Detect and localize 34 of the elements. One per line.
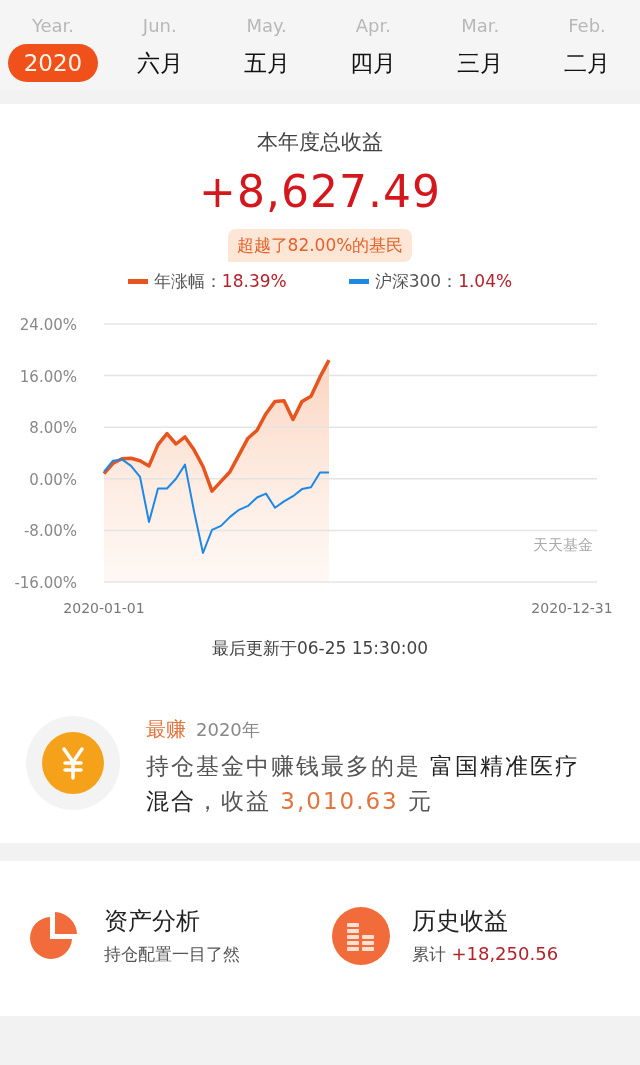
- earner-sentence: 持仓基金中赚钱最多的是 富国精准医疗混合，收益 3,010.63 元: [146, 752, 582, 816]
- cumulative-earnings: 累计 +18,250.56: [412, 943, 559, 966]
- axis-label: 16.00%: [19, 367, 77, 386]
- update-time: 最后更新于06-25 15:30:00: [211, 637, 429, 660]
- month-tab[interactable]: 六月: [124, 44, 195, 82]
- tab-caption: Jun.: [142, 14, 177, 38]
- month-tab[interactable]: 二月: [552, 44, 622, 82]
- tab-caption: Mar.: [461, 14, 500, 38]
- shortcut-subtitle: 持仓配置一目了然: [104, 943, 240, 966]
- earner-year: 2020年: [196, 718, 260, 742]
- legend-label: 沪深300：1.04%: [374, 270, 513, 293]
- summary-title: 本年度总收益: [257, 129, 383, 156]
- rank-badge: 超越了82.00%的基民: [227, 229, 413, 262]
- month-tab[interactable]: 三月: [445, 44, 516, 82]
- legend-label: 年涨幅：18.39%: [153, 270, 287, 293]
- total-earnings: +8,627.49: [199, 166, 441, 217]
- axis-label: 8.00%: [29, 419, 77, 438]
- axis-label: 2020-12-31: [531, 600, 613, 616]
- axis-label: -16.00%: [14, 574, 77, 592]
- axis-label: 24.00%: [19, 316, 77, 334]
- tab-caption: Apr.: [355, 14, 391, 38]
- shortcut-title[interactable]: 历史收益: [412, 905, 559, 937]
- earner-label: 最赚: [146, 716, 186, 743]
- axis-label: 0.00%: [29, 470, 77, 489]
- shortcut-title[interactable]: 资产分析: [104, 905, 240, 937]
- tab-caption: Year.: [31, 14, 75, 38]
- month-tab[interactable]: 四月: [338, 44, 409, 82]
- axis-label: -8.00%: [23, 522, 77, 541]
- tab-caption: Feb.: [568, 14, 606, 38]
- tab-caption: May.: [246, 14, 287, 38]
- chart-brand-label: 天天基金: [533, 535, 593, 554]
- month-tab[interactable]: 五月: [231, 44, 302, 82]
- axis-label: 2020-01-01: [63, 600, 145, 616]
- coin-stack-icon: [332, 906, 390, 965]
